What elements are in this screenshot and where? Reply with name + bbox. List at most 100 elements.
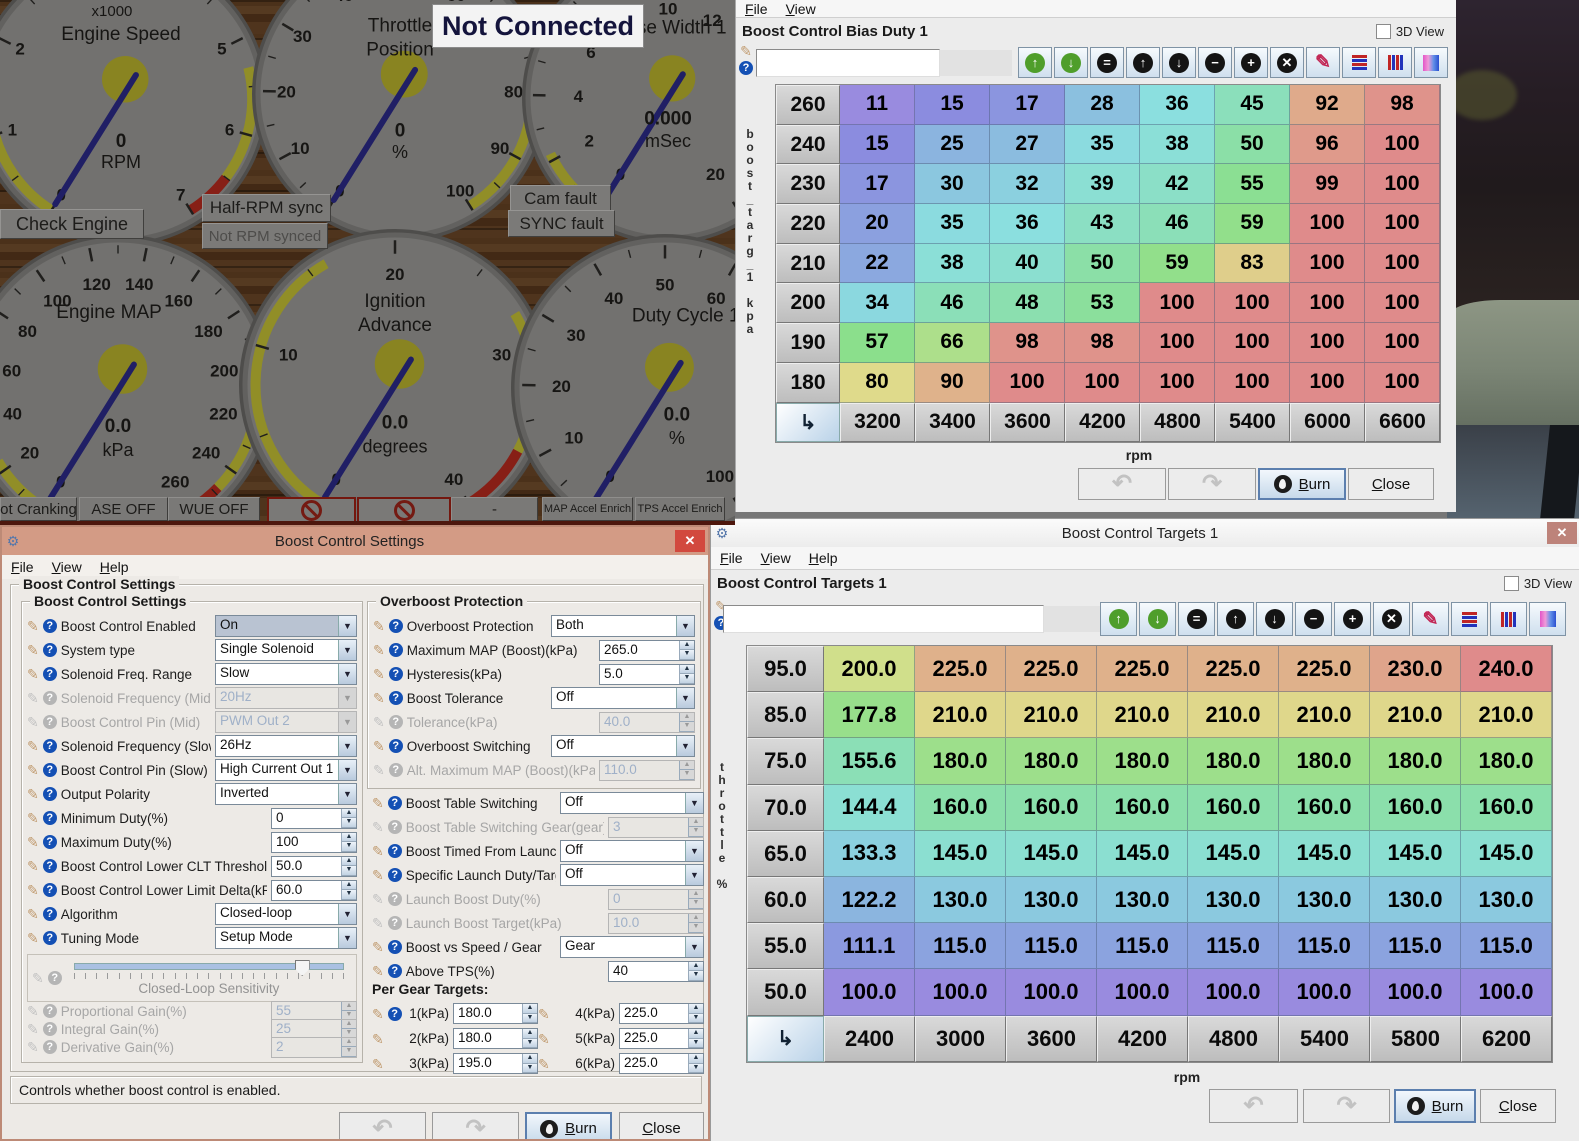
close-button[interactable]: Close xyxy=(1348,468,1434,500)
table-cell[interactable]: 100.0 xyxy=(1461,969,1552,1015)
table-cell[interactable]: 17 xyxy=(840,164,915,204)
x-axis-cell[interactable]: 5400 xyxy=(1215,403,1290,443)
help-icon[interactable]: ? xyxy=(389,619,403,633)
help-icon[interactable]: ? xyxy=(43,619,57,633)
table-cell[interactable]: 15 xyxy=(840,125,915,165)
table-cell[interactable]: 100 xyxy=(1365,125,1440,165)
table-cell[interactable]: 130.0 xyxy=(1370,877,1461,923)
nudge-down-button[interactable]: ↓ xyxy=(1139,602,1176,636)
window-titlebar[interactable]: ⚙ Boost Control Targets 1 ✕ xyxy=(711,519,1579,548)
table-cell[interactable]: 100 xyxy=(1290,204,1365,244)
table-cell[interactable]: 35 xyxy=(915,204,990,244)
close-window-button[interactable]: ✕ xyxy=(675,530,705,552)
spinner-above-tps-[interactable]: 40▲▼ xyxy=(608,961,704,982)
table-cell[interactable]: 17 xyxy=(990,85,1065,125)
table-cell[interactable]: 38 xyxy=(915,244,990,284)
spinner-arrows[interactable]: ▲▼ xyxy=(341,809,356,828)
3d-view-checkbox[interactable]: 3D View xyxy=(1376,24,1444,39)
select-boost-control-enabled[interactable]: On▼ xyxy=(215,615,357,637)
table-cell[interactable]: 55 xyxy=(1215,164,1290,204)
y-axis-cell[interactable]: 95.0 xyxy=(747,646,824,692)
table-cell[interactable]: 200.0 xyxy=(824,646,915,692)
help-icon[interactable]: ? xyxy=(43,835,57,849)
table-cell[interactable]: 50 xyxy=(1065,244,1140,284)
spinner-down-icon[interactable]: ▼ xyxy=(523,1039,537,1049)
table-cell[interactable]: 99 xyxy=(1290,164,1365,204)
spinner-up-icon[interactable]: ▲ xyxy=(523,1004,537,1014)
table-cell[interactable]: 80 xyxy=(840,363,915,403)
dialog-titlebar[interactable]: ⚙ Boost Control Settings ✕ xyxy=(2,527,708,555)
axis-corner-cell[interactable]: ↳ xyxy=(747,1016,824,1062)
table-cell[interactable]: 100 xyxy=(1365,204,1440,244)
table-cell[interactable]: 210.0 xyxy=(1006,692,1097,738)
table-cell[interactable]: 115.0 xyxy=(1097,923,1188,969)
table-cell[interactable]: 32 xyxy=(990,164,1065,204)
select-overboost-protection[interactable]: Both▼ xyxy=(551,615,695,637)
table-cell[interactable]: 160.0 xyxy=(1370,785,1461,831)
spinner-arrows[interactable]: ▲▼ xyxy=(688,1054,703,1073)
table-cell[interactable]: 230.0 xyxy=(1370,646,1461,692)
nudge-down-button[interactable]: ↓ xyxy=(1054,47,1088,78)
table-cell[interactable]: 180.0 xyxy=(1006,738,1097,784)
edit-pencil-icon[interactable]: ✎ xyxy=(372,940,384,954)
edit-button[interactable]: ✎ xyxy=(1412,602,1449,636)
table-cell[interactable]: 100.0 xyxy=(1097,969,1188,1015)
table-cell[interactable]: 225.0 xyxy=(1006,646,1097,692)
table-cell[interactable]: 145.0 xyxy=(1461,831,1552,877)
spinner-arrows[interactable]: ▲▼ xyxy=(341,857,356,876)
select-solenoid-frequency-slow-[interactable]: 26Hz▼ xyxy=(215,735,357,757)
menu-help[interactable]: Help xyxy=(800,550,847,566)
slider-track[interactable] xyxy=(74,963,344,970)
y-axis-cell[interactable]: 210 xyxy=(776,244,840,284)
scale-down-button[interactable]: ↓ xyxy=(1256,602,1293,636)
table-cell[interactable]: 46 xyxy=(1140,204,1215,244)
edit-pencil-icon[interactable]: ✎ xyxy=(373,739,385,753)
table-cell[interactable]: 100 xyxy=(990,363,1065,403)
table-cell[interactable]: 210.0 xyxy=(1279,692,1370,738)
table-cell[interactable]: 160.0 xyxy=(1188,785,1279,831)
decrement-button[interactable]: − xyxy=(1295,602,1332,636)
table-cell[interactable]: 22 xyxy=(840,244,915,284)
spinner-down-icon[interactable]: ▼ xyxy=(689,971,703,981)
edit-button[interactable]: ✎ xyxy=(1306,47,1340,78)
x-axis-cell[interactable]: 3400 xyxy=(915,403,990,443)
select-specific-launch-duty-target[interactable]: Off▼ xyxy=(560,864,704,886)
table-cell[interactable]: 100 xyxy=(1215,363,1290,403)
table-cell[interactable]: 115.0 xyxy=(1370,923,1461,969)
set-equal-button[interactable]: = xyxy=(1178,602,1215,636)
table-cell[interactable]: 100 xyxy=(1215,323,1290,363)
spinner-down-icon[interactable]: ▼ xyxy=(689,1064,703,1074)
y-axis-cell[interactable]: 65.0 xyxy=(747,831,824,877)
edit-pencil-icon[interactable]: ✎ xyxy=(27,811,39,825)
table-cell[interactable]: 100.0 xyxy=(824,969,915,1015)
table-cell[interactable]: 98 xyxy=(990,323,1065,363)
table-cell[interactable]: 20 xyxy=(840,204,915,244)
spinner-arrows[interactable]: ▲▼ xyxy=(341,881,356,900)
x-axis-cell[interactable]: 2400 xyxy=(824,1016,915,1062)
edit-pencil-icon[interactable]: ✎ xyxy=(740,44,752,58)
spinner-arrows[interactable]: ▲▼ xyxy=(522,1029,537,1048)
decrement-button[interactable]: − xyxy=(1198,47,1232,78)
table-cell[interactable]: 45 xyxy=(1215,85,1290,125)
edit-pencil-icon[interactable]: ✎ xyxy=(372,1032,384,1046)
table-cell[interactable]: 36 xyxy=(1140,85,1215,125)
multiply-button[interactable]: ✕ xyxy=(1373,602,1410,636)
table-cell[interactable]: 225.0 xyxy=(915,646,1006,692)
y-axis-cell[interactable]: 260 xyxy=(776,85,840,125)
slider-area[interactable]: Closed-Loop Sensitivity xyxy=(66,955,352,1001)
spinner-maximum-duty-[interactable]: 100▲▼ xyxy=(271,832,357,853)
table-cell[interactable]: 100 xyxy=(1140,283,1215,323)
close-button[interactable]: Close xyxy=(1480,1089,1556,1123)
select-boost-vs-speed-gear[interactable]: Gear▼ xyxy=(560,936,704,958)
spinner-up-icon[interactable]: ▲ xyxy=(680,641,694,651)
table-cell[interactable]: 210.0 xyxy=(1188,692,1279,738)
table-cell[interactable]: 98 xyxy=(1365,85,1440,125)
table-cell[interactable]: 180.0 xyxy=(1279,738,1370,784)
cell-value-input[interactable] xyxy=(723,605,1044,633)
select-algorithm[interactable]: Closed-loop▼ xyxy=(215,903,357,925)
help-icon[interactable]: ? xyxy=(388,796,402,810)
edit-pencil-icon[interactable]: ✎ xyxy=(27,859,39,873)
table-cell[interactable]: 36 xyxy=(990,204,1065,244)
interp-vertical-button[interactable] xyxy=(1490,602,1527,636)
help-icon[interactable]: ? xyxy=(43,907,57,921)
